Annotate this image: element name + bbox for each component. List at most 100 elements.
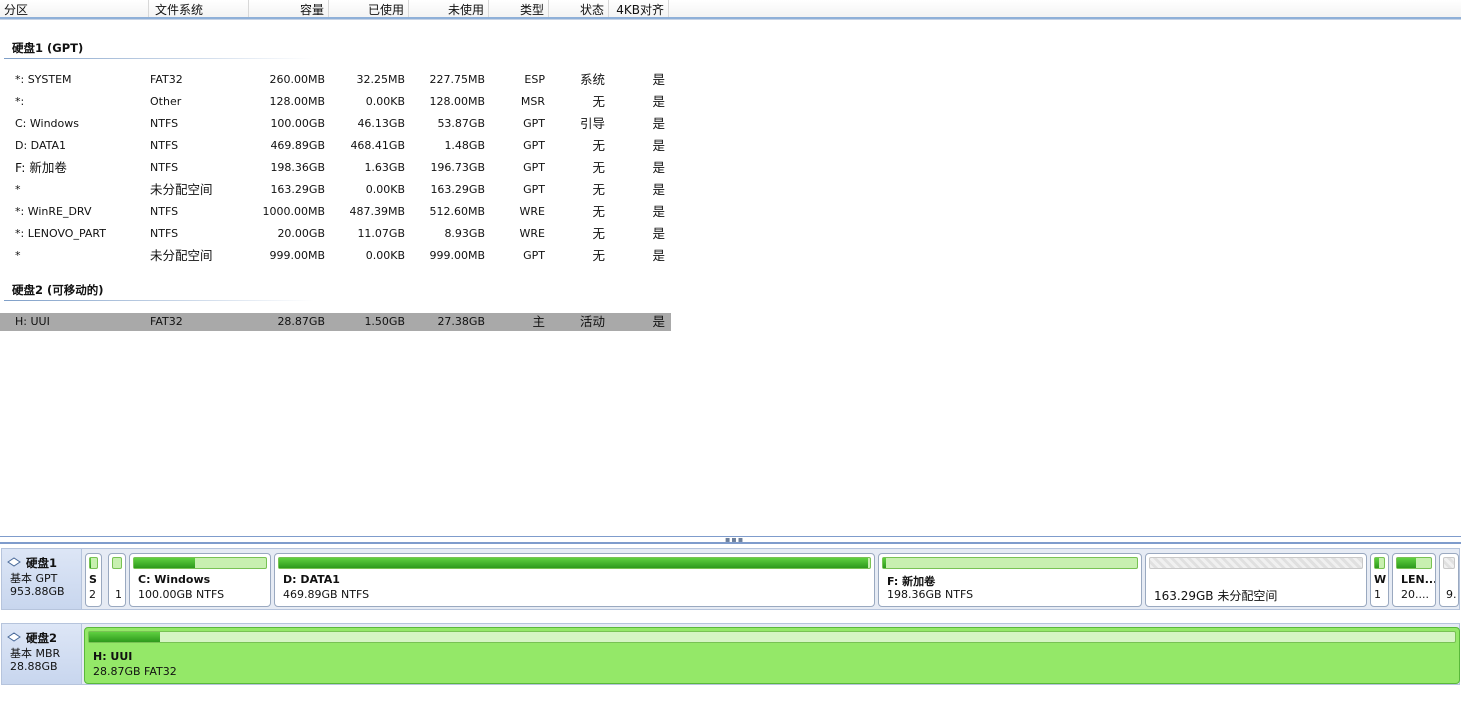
cell-free: 196.73GB bbox=[430, 161, 485, 174]
partition-block-unallocated-1[interactable]: 163.29GB 未分配空间 bbox=[1145, 553, 1367, 607]
cell-cap: 260.00MB bbox=[269, 73, 325, 86]
partition-row[interactable]: C: Windows NTFS 100.00GB 46.13GB 53.87GB GPT 引… bbox=[0, 115, 671, 133]
disk1-map-name: 硬盘1 bbox=[26, 556, 58, 570]
partition-name: W bbox=[1374, 573, 1387, 586]
hard-disk-icon bbox=[7, 557, 21, 567]
cell-status: 无 bbox=[592, 94, 605, 109]
cell-name: F: 新加卷 bbox=[15, 160, 67, 175]
cell-type: WRE bbox=[519, 205, 545, 218]
hard-disk-icon bbox=[7, 632, 21, 642]
disk1-label[interactable]: 硬盘1 基本 GPT 953.88GB bbox=[2, 549, 82, 609]
partition-row[interactable]: H: UUI FAT32 28.87GB 1.50GB 27.38GB 主 活动 是 bbox=[0, 313, 671, 331]
cell-used: 0.00KB bbox=[365, 183, 405, 196]
partition-name: F: 新加卷 bbox=[887, 575, 936, 588]
header-divider bbox=[0, 17, 1461, 19]
cell-cap: 198.36GB bbox=[270, 161, 325, 174]
col-partition[interactable]: 分区 bbox=[0, 0, 149, 17]
cell-align: 是 bbox=[652, 204, 665, 219]
partition-info: 163.29GB 未分配空间 bbox=[1154, 589, 1278, 603]
cell-free: 1.48GB bbox=[444, 139, 485, 152]
cell-used: 11.07GB bbox=[357, 227, 405, 240]
disk1-map: 硬盘1 基本 GPT 953.88GB S 2 1 C: Windows 100… bbox=[1, 548, 1460, 610]
cell-type: GPT bbox=[523, 139, 545, 152]
partition-row[interactable]: * 未分配空间 999.00MB 0.00KB 999.00MB GPT 无 是 bbox=[0, 247, 671, 265]
cell-used: 468.41GB bbox=[350, 139, 405, 152]
partition-row[interactable]: F: 新加卷 NTFS 198.36GB 1.63GB 196.73GB GPT 无 是 bbox=[0, 159, 671, 177]
col-capacity[interactable]: 容量 bbox=[249, 0, 329, 17]
col-unused[interactable]: 未使用 bbox=[409, 0, 489, 17]
cell-free: 999.00MB bbox=[429, 249, 485, 262]
cell-status: 无 bbox=[592, 226, 605, 241]
cell-name: *: WinRE_DRV bbox=[15, 205, 92, 218]
col-status[interactable]: 状态 bbox=[549, 0, 609, 17]
disk2-map-type: 基本 MBR bbox=[10, 647, 61, 660]
partition-name: S bbox=[89, 573, 97, 586]
partition-row[interactable]: *: Other 128.00MB 0.00KB 128.00MB MSR 无 是 bbox=[0, 93, 671, 111]
cell-cap: 128.00MB bbox=[269, 95, 325, 108]
partition-block-winre[interactable]: W 1 bbox=[1370, 553, 1389, 607]
cell-free: 27.38GB bbox=[437, 315, 485, 328]
cell-name: D: DATA1 bbox=[15, 139, 67, 152]
disk2-map-name: 硬盘2 bbox=[26, 631, 58, 645]
cell-fs: NTFS bbox=[150, 205, 179, 218]
partition-block-f[interactable]: F: 新加卷 198.36GB NTFS bbox=[878, 553, 1142, 607]
usage-bar bbox=[278, 557, 871, 569]
col-used[interactable]: 已使用 bbox=[329, 0, 409, 17]
cell-status: 无 bbox=[592, 160, 605, 175]
cell-type: MSR bbox=[520, 95, 545, 108]
cell-used: 0.00KB bbox=[365, 249, 405, 262]
disk2-label[interactable]: 硬盘2 基本 MBR 28.88GB bbox=[2, 624, 82, 684]
partition-row[interactable]: D: DATA1 NTFS 469.89GB 468.41GB 1.48GB GPT 无 是 bbox=[0, 137, 671, 155]
partition-info: 28.87GB FAT32 bbox=[93, 665, 177, 678]
cell-align: 是 bbox=[652, 116, 665, 131]
col-4k-align[interactable]: 4KB对齐 bbox=[609, 0, 669, 17]
partition-row[interactable]: *: WinRE_DRV NTFS 1000.00MB 487.39MB 512.60M… bbox=[0, 203, 671, 221]
cell-type: WRE bbox=[519, 227, 545, 240]
cell-type: GPT bbox=[523, 161, 545, 174]
cell-cap: 1000.00MB bbox=[262, 205, 325, 218]
cell-free: 163.29GB bbox=[430, 183, 485, 196]
cell-align: 是 bbox=[652, 314, 665, 329]
cell-cap: 20.00GB bbox=[277, 227, 325, 240]
cell-type: GPT bbox=[523, 249, 545, 262]
cell-status: 无 bbox=[592, 204, 605, 219]
disk2-title-divider bbox=[4, 300, 314, 301]
partition-info: 100.00GB NTFS bbox=[138, 588, 225, 601]
unallocated-bar bbox=[1149, 557, 1363, 569]
partition-block-c[interactable]: C: Windows 100.00GB NTFS bbox=[129, 553, 271, 607]
col-type[interactable]: 类型 bbox=[489, 0, 549, 17]
col-filesystem[interactable]: 文件系统 bbox=[149, 0, 249, 17]
cell-cap: 28.87GB bbox=[277, 315, 325, 328]
usage-bar bbox=[88, 631, 1456, 643]
partition-row[interactable]: *: LENOVO_PART NTFS 20.00GB 11.07GB 8.93GB WR… bbox=[0, 225, 671, 243]
usage-bar bbox=[882, 557, 1138, 569]
cell-fs: NTFS bbox=[150, 139, 179, 152]
cell-free: 8.93GB bbox=[444, 227, 485, 240]
partition-block-lenovo[interactable]: LEN... 20.... bbox=[1392, 553, 1436, 607]
cell-used: 487.39MB bbox=[349, 205, 405, 218]
partition-block-unallocated-2[interactable]: 9. bbox=[1439, 553, 1459, 607]
cell-fs: Other bbox=[150, 95, 182, 108]
cell-name: * bbox=[15, 183, 21, 196]
partition-block-h[interactable]: H: UUI 28.87GB FAT32 bbox=[84, 627, 1460, 684]
usage-bar bbox=[1374, 557, 1385, 569]
cell-align: 是 bbox=[652, 248, 665, 263]
partition-block-d[interactable]: D: DATA1 469.89GB NTFS bbox=[274, 553, 875, 607]
cell-status: 无 bbox=[592, 248, 605, 263]
usage-fill bbox=[883, 558, 886, 568]
partition-block-msr[interactable]: 1 bbox=[108, 553, 126, 607]
cell-align: 是 bbox=[652, 226, 665, 241]
usage-bar bbox=[112, 557, 122, 569]
cell-name: * bbox=[15, 249, 21, 262]
partition-info: 1 bbox=[1374, 588, 1381, 601]
disk1-map-type: 基本 GPT bbox=[10, 572, 58, 585]
splitter-line-bottom bbox=[0, 542, 1461, 544]
disk2-map: 硬盘2 基本 MBR 28.88GB H: UUI 28.87GB FAT32 bbox=[1, 623, 1460, 685]
usage-fill bbox=[1397, 558, 1416, 568]
partition-row[interactable]: *: SYSTEM FAT32 260.00MB 32.25MB 227.75MB ESP… bbox=[0, 71, 671, 89]
partition-block-system[interactable]: S 2 bbox=[85, 553, 102, 607]
cell-name: *: bbox=[15, 95, 25, 108]
partition-row[interactable]: * 未分配空间 163.29GB 0.00KB 163.29GB GPT 无 是 bbox=[0, 181, 671, 199]
cell-used: 1.63GB bbox=[364, 161, 405, 174]
usage-fill bbox=[279, 558, 869, 568]
